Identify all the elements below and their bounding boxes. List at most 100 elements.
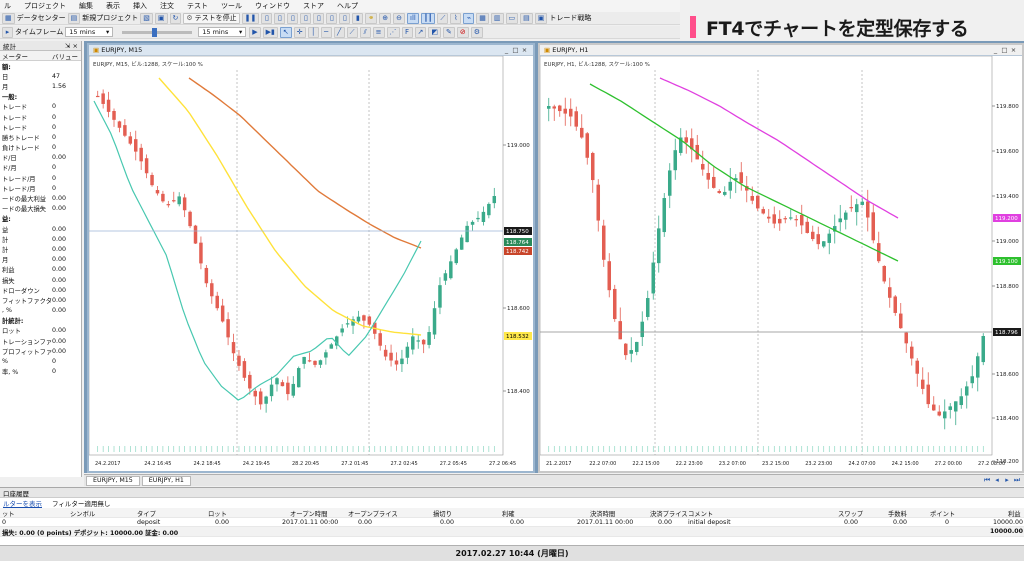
stop-test-button[interactable]: ⚙ テストを停止 <box>183 12 240 24</box>
next-icon[interactable]: ▸ <box>1002 476 1012 485</box>
menu-item[interactable]: ウィンドウ <box>255 1 290 11</box>
channel-icon[interactable]: ⫽ <box>359 26 371 38</box>
cursor-icon[interactable]: ↖ <box>279 26 292 38</box>
candle-body <box>893 296 898 313</box>
open-icon[interactable]: ▧ <box>140 12 153 24</box>
new-project-label[interactable]: 新規プロジェクト <box>82 13 138 23</box>
hline-icon[interactable]: ─ <box>320 26 332 38</box>
doc2-icon[interactable]: ▯ <box>287 12 299 24</box>
statistics-section: 益: <box>0 214 81 224</box>
shape-icon[interactable]: ◩ <box>428 26 441 38</box>
doc3-icon[interactable]: ▯ <box>300 12 312 24</box>
doc1-icon[interactable]: ▯ <box>274 12 286 24</box>
play-icon[interactable]: ▶ <box>249 26 261 38</box>
last-icon[interactable]: ⏭ <box>1012 476 1022 485</box>
panel-controls[interactable]: ⇲ × <box>65 42 78 50</box>
grid-icon[interactable]: ▦ <box>476 12 489 24</box>
candle-chart-icon[interactable]: ┃┃ <box>420 12 436 24</box>
speed-select[interactable]: 15 mins ▾ <box>198 27 247 37</box>
menu-item[interactable]: ヘルプ <box>337 1 358 11</box>
time-tick-label: 27.2 05:45 <box>440 461 467 467</box>
close-icon[interactable]: × <box>1009 46 1018 54</box>
vline-icon[interactable]: │ <box>307 26 319 38</box>
window-buttons[interactable]: _ □ × <box>991 46 1018 54</box>
indicator1-icon[interactable]: ⌇ <box>450 12 462 24</box>
camera-icon[interactable]: ▭ <box>505 12 519 24</box>
arrow-icon[interactable]: ▸ <box>2 26 13 38</box>
maximize-icon[interactable]: □ <box>1000 46 1009 54</box>
doc4-icon[interactable]: ▯ <box>313 12 325 24</box>
link-icon[interactable]: ⚭ <box>365 12 378 24</box>
trendline-icon[interactable]: ╱ <box>333 26 345 38</box>
fan-icon[interactable]: ⋰ <box>386 26 400 38</box>
candle-body <box>915 360 920 374</box>
maximize-icon[interactable]: □ <box>511 46 520 54</box>
prev-icon[interactable]: ◂ <box>992 476 1002 485</box>
delete-icon[interactable]: ⊘ <box>456 26 469 38</box>
tab-chart-m15[interactable]: EURJPY, M15 <box>86 475 140 486</box>
filter-bar: ルターを表示 フィルター適用無し <box>0 498 1024 508</box>
candle-body <box>970 376 975 384</box>
price-chart-m15[interactable]: EURJPY, M15, ビル:1288, スケール:100 % 119.000 1… <box>89 56 533 471</box>
step-icon[interactable]: ▮ <box>352 12 364 24</box>
new-chart-icon[interactable]: ▯ <box>261 12 273 24</box>
ray-icon[interactable]: ⟋ <box>346 26 358 38</box>
menu-item[interactable]: 挿入 <box>133 1 147 11</box>
indicator2-icon[interactable]: ⌁ <box>463 12 475 24</box>
refresh-icon[interactable]: ↻ <box>169 12 182 24</box>
zoom-out-icon[interactable]: ⊖ <box>393 12 406 24</box>
bar-chart-icon[interactable]: ıll <box>407 12 419 24</box>
table-row[interactable]: 0 deposit 0.00 2017.01.11 00:00 0.00 0.00 0.00… <box>0 518 1024 527</box>
first-icon[interactable]: ⏮ <box>982 476 992 485</box>
menu-item[interactable]: テスト <box>187 1 208 11</box>
menu-item[interactable]: ストア <box>303 1 324 11</box>
candle-body <box>739 172 744 184</box>
step-forward-icon[interactable]: ▶▮ <box>262 26 278 38</box>
chart-window-m15[interactable]: ▣ EURJPY, M15 _ □ × EURJPY, M15, ビル:1288, … <box>87 43 535 473</box>
trade-strategy-label[interactable]: トレード戦略 <box>549 13 591 23</box>
history-table-header: ット シンボル タイプ ロット オープン時間 オープンプライス 損切り 利確 決済時間 決済プライ… <box>0 508 1024 518</box>
data-center-label[interactable]: データセンター <box>17 13 66 23</box>
fibo-icon[interactable]: ≡ <box>372 26 385 38</box>
chart-window-h1[interactable]: ▣ EURJPY, H1 _ □ × EURJPY, H1, ビル:1288, スケ… <box>538 43 1024 473</box>
candle-body <box>286 382 290 395</box>
menu-item[interactable]: ル <box>4 1 11 11</box>
menu-item[interactable]: 表示 <box>106 1 120 11</box>
speed-slider[interactable] <box>122 27 193 37</box>
show-filter-link[interactable]: ルターを表示 <box>3 498 42 508</box>
chart-window-titlebar[interactable]: ▣ EURJPY, H1 _ □ × <box>540 45 1022 56</box>
trade-strategy-icon[interactable]: ▣ <box>534 12 548 24</box>
statistics-row: 月 1.56 <box>0 81 81 91</box>
text-icon[interactable]: F <box>401 26 413 38</box>
data-center-icon[interactable]: ▦ <box>2 12 15 24</box>
timeframe-select[interactable]: 15 mins ▾ <box>65 27 114 37</box>
new-project-icon[interactable]: ▤ <box>67 12 81 24</box>
slider-thumb[interactable] <box>152 27 158 37</box>
arrow-mark-icon[interactable]: ↗ <box>414 26 427 38</box>
pause-icon[interactable]: ❚❚ <box>241 12 260 24</box>
price-chart-h1[interactable]: EURJPY, H1, ビル:1288, スケール:100 % 119.800 11… <box>540 56 1022 471</box>
zoom-in-icon[interactable]: ⊕ <box>379 12 392 24</box>
doc6-icon[interactable]: ▯ <box>339 12 351 24</box>
menu-item[interactable]: プロジェクト <box>24 1 66 11</box>
line-chart-icon[interactable]: ⟋ <box>437 12 449 24</box>
doc5-icon[interactable]: ▯ <box>326 12 338 24</box>
menu-item[interactable]: 注文 <box>160 1 174 11</box>
save-icon[interactable]: ▣ <box>154 12 168 24</box>
properties-icon[interactable]: ⚙ <box>470 26 484 38</box>
tab-chart-h1[interactable]: EURJPY, H1 <box>141 475 191 486</box>
time-tick-label: 24.2 19:45 <box>243 461 270 467</box>
candle-body <box>854 204 859 213</box>
menu-item[interactable]: ツール <box>221 1 242 11</box>
time-tick-label: 27.2 08:00 <box>978 461 1005 467</box>
minimize-icon[interactable]: _ <box>502 46 511 54</box>
template-icon[interactable]: ▤ <box>520 12 533 24</box>
chart-window-titlebar[interactable]: ▣ EURJPY, M15 _ □ × <box>89 45 533 56</box>
volume-icon[interactable]: ▥ <box>490 12 504 24</box>
close-icon[interactable]: × <box>520 46 529 54</box>
menu-item[interactable]: 編集 <box>79 1 93 11</box>
pen-icon[interactable]: ✎ <box>443 26 455 38</box>
crosshair-icon[interactable]: ✛ <box>293 26 306 38</box>
minimize-icon[interactable]: _ <box>991 46 1000 54</box>
window-buttons[interactable]: _ □ × <box>502 46 529 54</box>
